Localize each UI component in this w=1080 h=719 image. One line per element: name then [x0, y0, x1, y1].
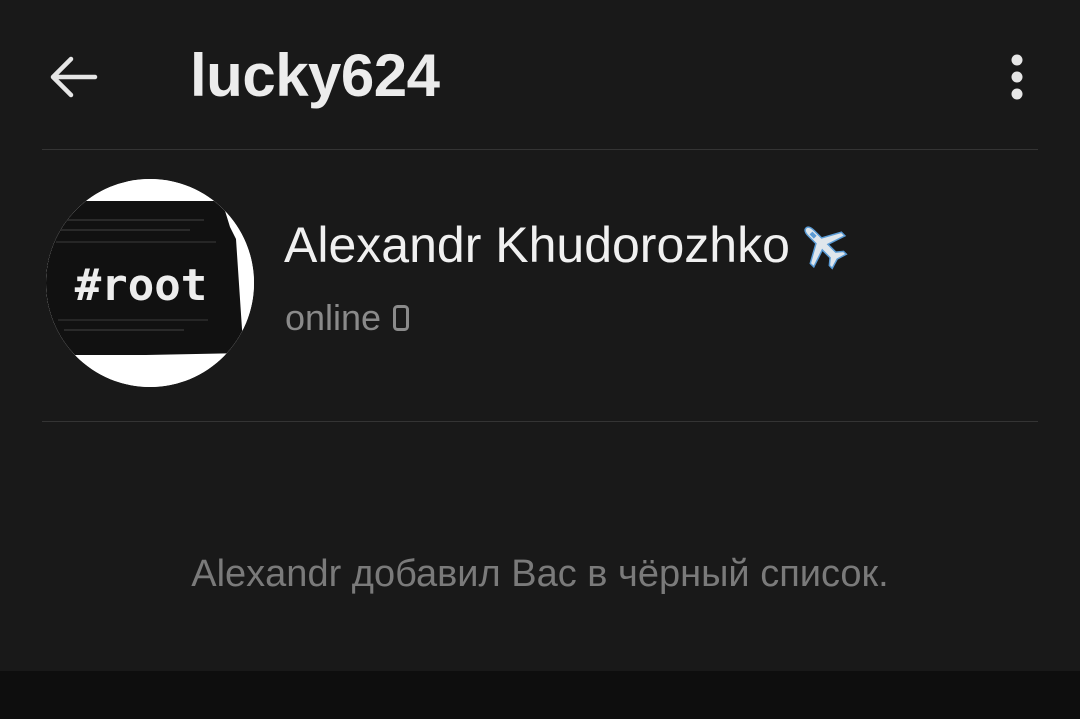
- page-title: lucky624: [190, 42, 440, 109]
- blacklist-notice: Alexandr добавил Вас в чёрный список.: [191, 553, 889, 595]
- bottom-bar: [0, 671, 1080, 719]
- airplane-icon: [804, 226, 848, 270]
- contact-name: Alexandr Khudorozhko: [284, 214, 850, 276]
- top-bar: lucky624: [0, 0, 1080, 150]
- avatar[interactable]: #root: [46, 179, 254, 387]
- mobile-phone-icon: [393, 305, 410, 331]
- online-status: online: [285, 296, 410, 340]
- avatar-label: #root: [74, 260, 208, 311]
- divider: [42, 421, 1038, 422]
- contact-name-text: Alexandr Khudorozhko: [284, 217, 790, 273]
- arrow-left-icon: [50, 56, 98, 98]
- profile-screen: lucky624 #root Alexandr Khudorozhko onli…: [0, 0, 1080, 719]
- more-options-button[interactable]: [990, 44, 1044, 110]
- back-button[interactable]: [40, 44, 106, 110]
- status-text: online: [285, 297, 382, 338]
- divider: [42, 149, 1038, 150]
- more-vertical-icon: [1011, 54, 1023, 100]
